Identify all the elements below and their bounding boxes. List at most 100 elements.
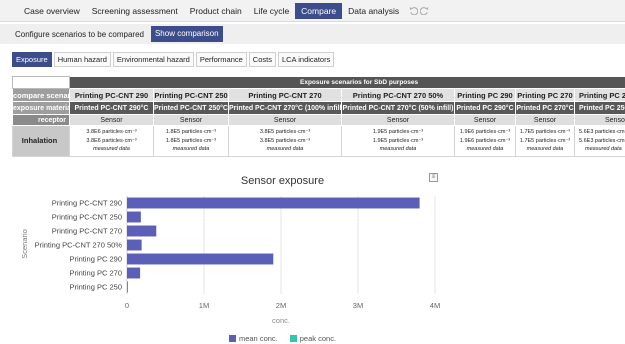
material-cell: Printed PC 290°C bbox=[454, 101, 516, 115]
exposure-bar-chart: 0 1M 2M 3M 4M Printing PC-CNT 290 Printing PC-… bbox=[20, 196, 440, 325]
inhalation-cell: 1.8E5 particles·cm⁻³ 1.8E5 particles·cm⁻³… bbox=[153, 125, 229, 157]
peak-value: 1.9E6 particles·cm⁻³ bbox=[459, 137, 511, 144]
scenario-header: Printing PC 250 bbox=[574, 88, 625, 102]
row-label-receptor: receptor bbox=[12, 114, 70, 126]
peak-value: 1.9E5 particles·cm⁻³ bbox=[372, 137, 424, 144]
tab-costs[interactable]: Costs bbox=[248, 52, 276, 67]
mean-value: 3.8E5 particles·cm⁻³ bbox=[259, 129, 311, 136]
material-row: exposure material Printed PC-CNT 290°C P… bbox=[12, 101, 625, 115]
material-cell: Printed PC-CNT 250°C bbox=[153, 101, 229, 115]
tab-exposure[interactable]: Exposure bbox=[12, 52, 52, 67]
row-label-material: exposure material bbox=[12, 101, 70, 115]
mean-value: 5.6E3 particles·cm⁻³ bbox=[579, 129, 625, 136]
menu-case-overview[interactable]: Case overview bbox=[18, 3, 86, 19]
chart-menu-icon[interactable]: ≡ bbox=[429, 173, 438, 182]
exposure-table-container[interactable]: Exposure scenarios for SbD purposes comp… bbox=[12, 76, 625, 160]
mean-value: 1.9E6 particles·cm⁻³ bbox=[459, 129, 511, 136]
x-tick-label: 0 bbox=[125, 301, 129, 310]
scenario-header: Printing PC-CNT 270 bbox=[228, 88, 342, 102]
bar-mean-conc[interactable] bbox=[127, 239, 142, 251]
inhalation-cell: 1.9E5 particles·cm⁻³ 1.9E5 particles·cm⁻³… bbox=[341, 125, 455, 157]
configure-scenarios-button[interactable]: Configure scenarios to be compared bbox=[12, 30, 147, 39]
chart-title: Sensor exposure bbox=[240, 175, 325, 187]
tab-lca-indicators[interactable]: LCA indicators bbox=[277, 52, 335, 67]
peak-value: 5.6E3 particles·cm⁻³ bbox=[579, 137, 625, 144]
legend-label-peak: peak conc. bbox=[299, 334, 337, 343]
menu-screening-assessment[interactable]: Screening assessment bbox=[86, 3, 184, 19]
receptor-cell: Sensor bbox=[515, 114, 575, 126]
mean-value: 1.7E5 particles·cm⁻³ bbox=[519, 129, 571, 136]
y-tick-label: Printing PC 270 bbox=[69, 269, 122, 278]
table-banner-row: Exposure scenarios for SbD purposes bbox=[12, 76, 625, 89]
receptor-cell: Sensor bbox=[574, 114, 625, 126]
top-menu-bar: Case overview Screening assessment Produ… bbox=[0, 0, 625, 22]
receptor-cell: Sensor bbox=[341, 114, 455, 126]
bar-mean-conc[interactable] bbox=[127, 253, 274, 265]
table-corner-cell bbox=[12, 76, 70, 89]
bar-mean-conc[interactable] bbox=[127, 267, 141, 279]
legend-item-mean[interactable]: mean conc. bbox=[228, 334, 278, 343]
menu-product-chain[interactable]: Product chain bbox=[184, 3, 248, 19]
material-cell: Printed PC 270°C bbox=[515, 101, 575, 115]
x-tick-label: 3M bbox=[353, 301, 363, 310]
x-tick-label: 4M bbox=[430, 301, 440, 310]
material-cell: Printed PC-CNT 290°C bbox=[69, 101, 154, 115]
material-cell: Printed PC 250°C bbox=[574, 101, 625, 115]
bar-mean-conc[interactable] bbox=[127, 281, 128, 293]
y-axis-label: Scenario bbox=[20, 229, 29, 259]
scenario-header: Printing PC-CNT 290 bbox=[69, 88, 154, 102]
y-tick-label: Printing PC-CNT 270 50% bbox=[35, 241, 123, 250]
inhalation-cell: 3.8E5 particles·cm⁻³ 3.8E5 particles·cm⁻³… bbox=[228, 125, 342, 157]
material-cell: Printed PC-CNT 270°C (50% infill) bbox=[341, 101, 455, 115]
mean-value: 3.8E6 particles·cm⁻³ bbox=[86, 129, 137, 136]
bar-mean-conc[interactable] bbox=[127, 197, 420, 209]
peak-value: 1.8E5 particles·cm⁻³ bbox=[165, 137, 217, 144]
menu-compare[interactable]: Compare bbox=[295, 2, 343, 19]
data-source: measured data bbox=[93, 146, 130, 153]
menu-life-cycle[interactable]: Life cycle bbox=[248, 3, 295, 19]
peak-value: 3.8E6 particles·cm⁻³ bbox=[86, 137, 137, 144]
x-axis-label: conc. bbox=[272, 316, 290, 325]
row-label-scenario: compare scenario bbox=[12, 88, 70, 102]
inhalation-row: Inhalation 3.8E6 particles·cm⁻³ 3.8E6 par… bbox=[12, 125, 625, 157]
legend-label-mean: mean conc. bbox=[238, 334, 278, 343]
tab-performance[interactable]: Performance bbox=[195, 52, 247, 67]
receptor-cell: Sensor bbox=[454, 114, 516, 126]
redo-icon[interactable] bbox=[420, 6, 429, 15]
data-source: measured data bbox=[379, 146, 417, 153]
data-source: measured data bbox=[172, 146, 210, 153]
material-cell: Printed PC-CNT 270°C (100% infill) bbox=[228, 101, 342, 115]
y-tick-label: Printing PC 290 bbox=[69, 255, 122, 264]
inhalation-cell: 1.7E5 particles·cm⁻³ 1.7E5 particles·cm⁻³… bbox=[515, 125, 575, 157]
compare-toolbar: Configure scenarios to be compared Show … bbox=[0, 24, 625, 44]
menu-data-analysis[interactable]: Data analysis bbox=[342, 3, 405, 19]
data-source: measured data bbox=[526, 146, 564, 153]
table-banner: Exposure scenarios for SbD purposes bbox=[69, 76, 625, 89]
data-source: measured data bbox=[585, 146, 622, 153]
show-comparison-button[interactable]: Show comparison bbox=[150, 26, 223, 42]
inhalation-cell: 3.8E6 particles·cm⁻³ 3.8E6 particles·cm⁻³… bbox=[69, 125, 154, 157]
legend-swatch-peak bbox=[289, 335, 297, 342]
data-source: measured data bbox=[466, 146, 504, 153]
inhalation-cell: 1.9E6 particles·cm⁻³ 1.9E6 particles·cm⁻³… bbox=[454, 125, 516, 157]
undo-icon[interactable] bbox=[409, 6, 419, 15]
receptor-row: receptor Sensor Sensor Sensor Sensor Sen… bbox=[12, 114, 625, 126]
tab-human-hazard[interactable]: Human hazard bbox=[53, 52, 111, 67]
scenario-header: Printing PC-CNT 250 bbox=[153, 88, 229, 102]
peak-value: 1.7E5 particles·cm⁻³ bbox=[519, 137, 571, 144]
y-tick-label: Printing PC 250 bbox=[69, 283, 122, 292]
y-tick-label: Printing PC-CNT 250 bbox=[52, 213, 122, 222]
bar-mean-conc[interactable] bbox=[127, 225, 157, 237]
history-controls bbox=[409, 6, 429, 15]
row-label-inhalation: Inhalation bbox=[12, 125, 70, 157]
receptor-cell: Sensor bbox=[153, 114, 229, 126]
x-tick-label: 1M bbox=[199, 301, 209, 310]
peak-value: 3.8E5 particles·cm⁻³ bbox=[259, 137, 311, 144]
tab-environmental-hazard[interactable]: Environmental hazard bbox=[112, 52, 194, 67]
mean-value: 1.9E5 particles·cm⁻³ bbox=[372, 129, 424, 136]
legend-item-peak[interactable]: peak conc. bbox=[289, 334, 337, 343]
bar-mean-conc[interactable] bbox=[127, 211, 141, 223]
inhalation-cell: 5.6E3 particles·cm⁻³ 5.6E3 particles·cm⁻³… bbox=[574, 125, 625, 157]
y-tick-label: Printing PC-CNT 270 bbox=[52, 227, 122, 236]
scenario-header: Printing PC 270 bbox=[515, 88, 575, 102]
